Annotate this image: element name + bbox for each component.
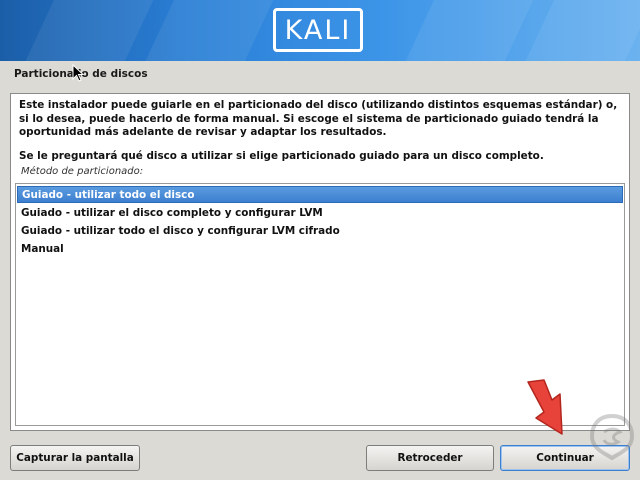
kali-banner: KALI: [0, 0, 640, 61]
option-guided-lvm[interactable]: Guiado - utilizar el disco completo y co…: [17, 205, 623, 222]
back-button[interactable]: Retroceder: [366, 445, 494, 471]
red-arrow-icon: [527, 379, 563, 435]
option-manual[interactable]: Manual: [17, 241, 623, 258]
question-text: Se le preguntará qué disco a utilizar si…: [19, 150, 544, 162]
watermark-logo-icon: [589, 413, 635, 461]
option-guided-entire-disk[interactable]: Guiado - utilizar todo el disco: [17, 186, 623, 203]
partition-method-label: Método de particionado:: [21, 166, 144, 177]
installer-window: KALI Particionado de discos Este instala…: [0, 0, 640, 480]
option-guided-encrypted-lvm[interactable]: Guiado - utilizar todo el disco y config…: [17, 223, 623, 240]
kali-logo: KALI: [273, 8, 363, 52]
instructions-text: Este instalador puede guiarle en el part…: [19, 99, 618, 138]
mouse-pointer-icon: [72, 64, 85, 82]
screenshot-button[interactable]: Capturar la pantalla: [10, 445, 140, 471]
